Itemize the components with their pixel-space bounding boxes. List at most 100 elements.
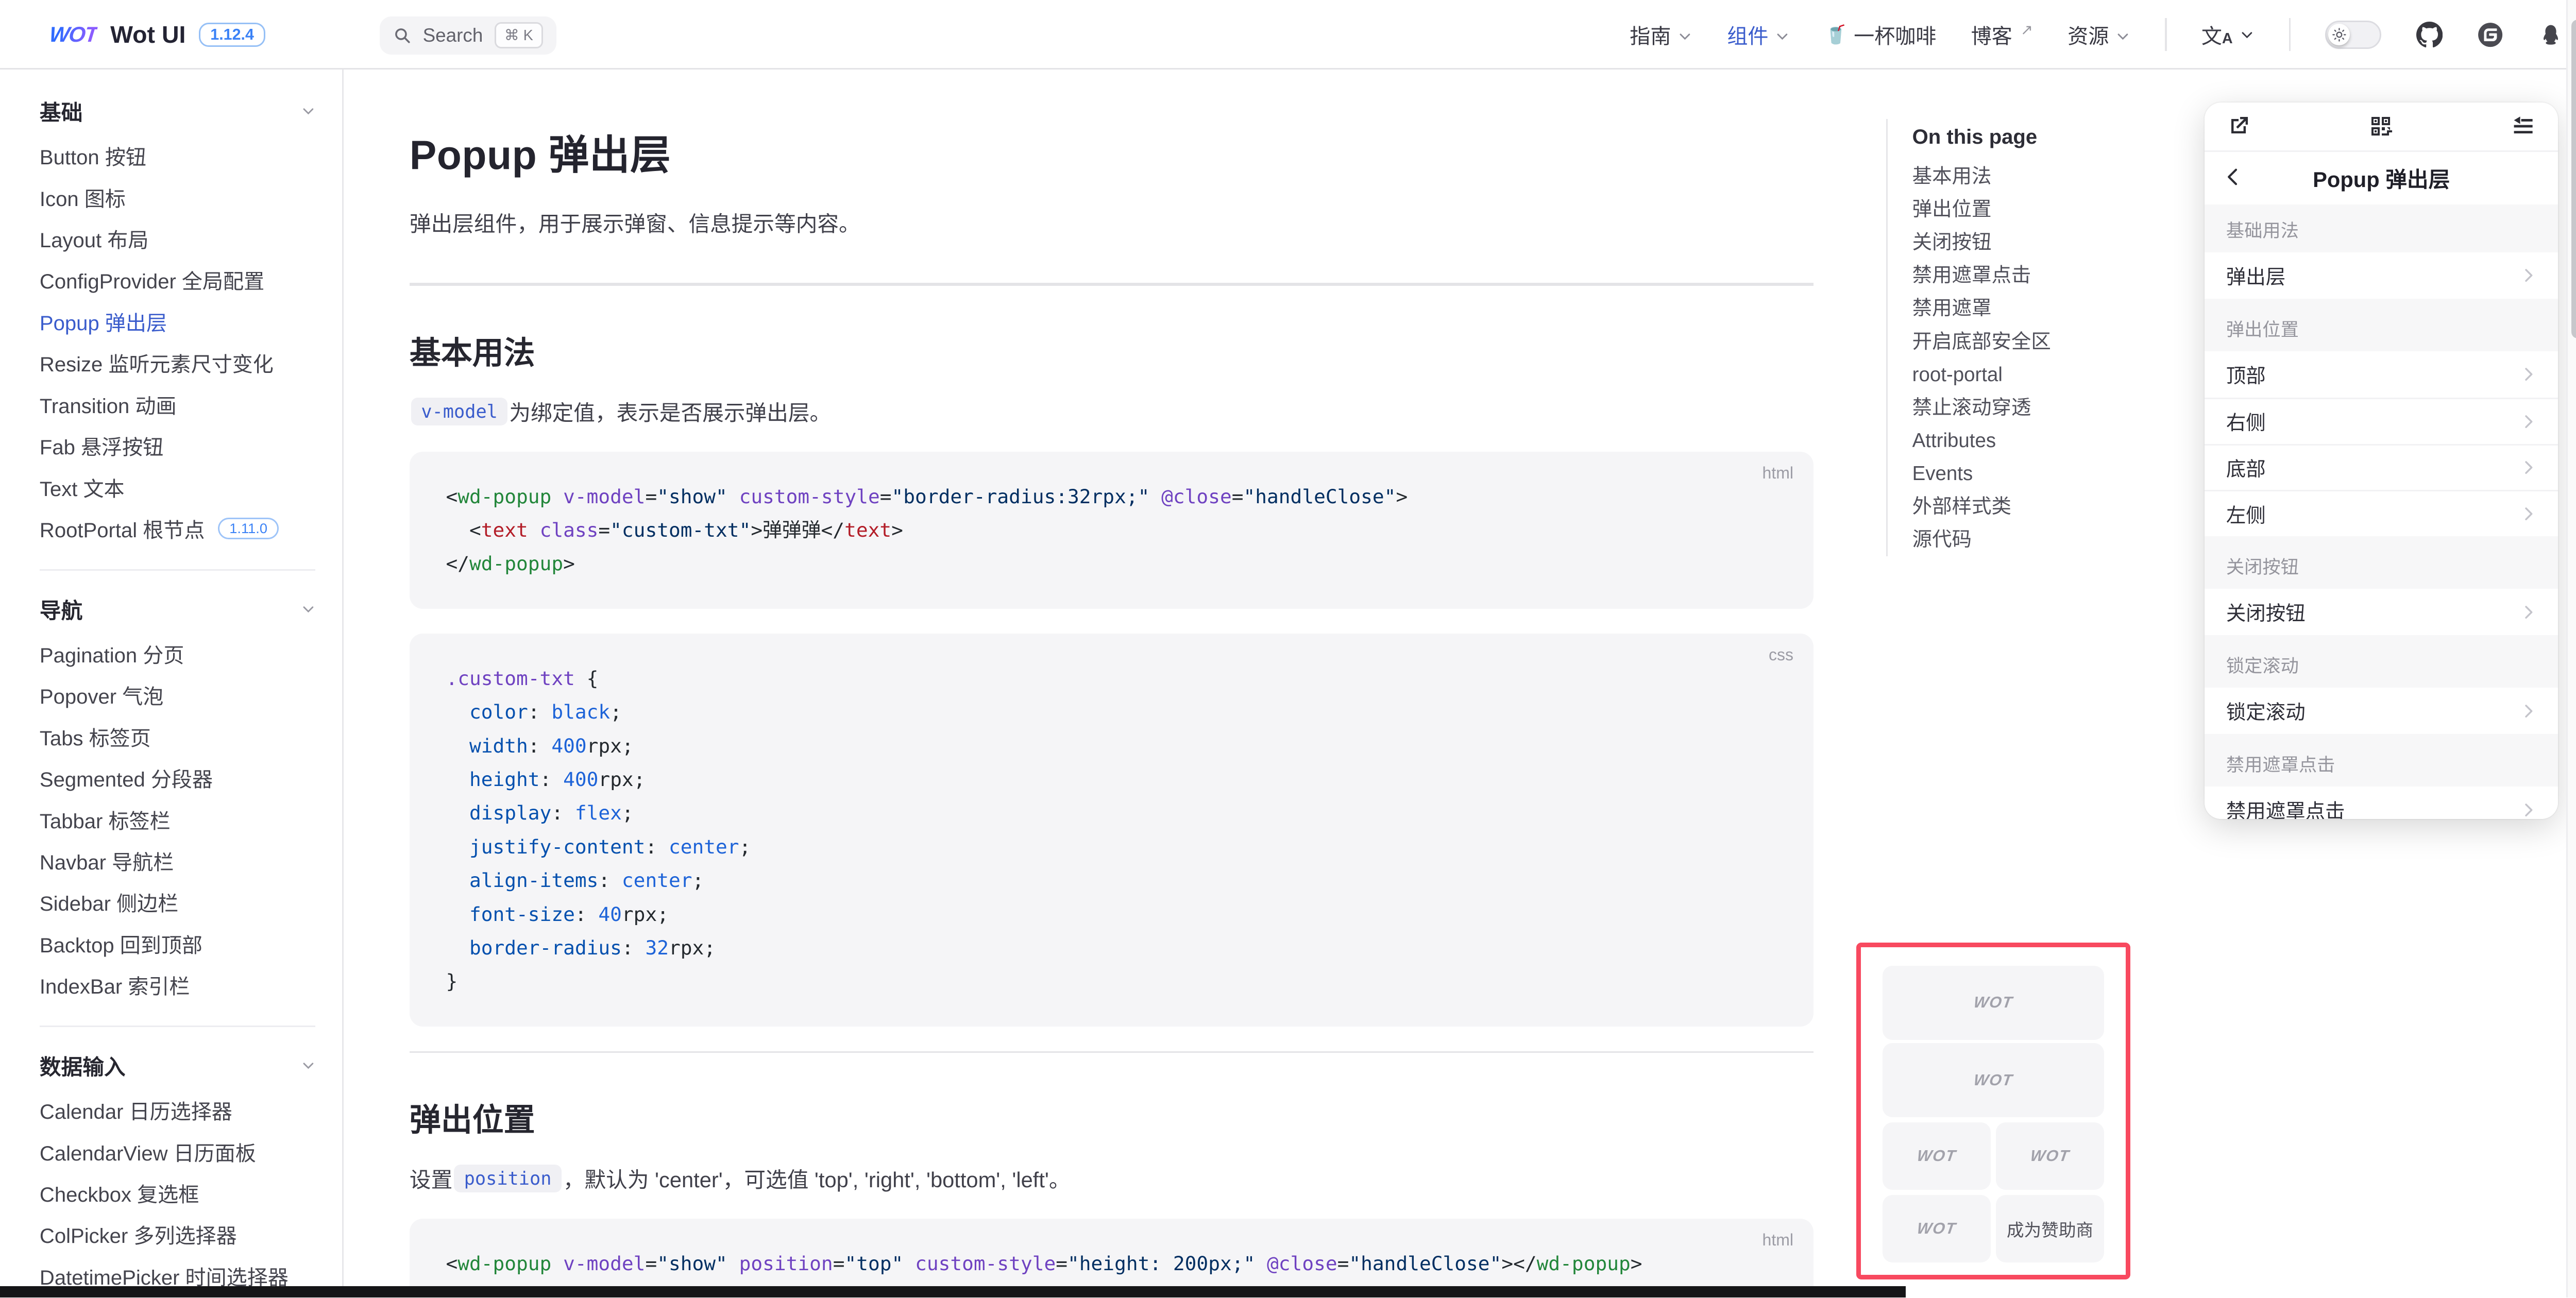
toc-link[interactable]: 弹出位置	[1912, 193, 2134, 226]
sidebar-item-label: Checkbox 复选框	[40, 1178, 199, 1208]
toc-link[interactable]: 开启底部安全区	[1912, 326, 2134, 358]
gitee-link[interactable]	[2477, 22, 2503, 48]
chevron-down-icon	[301, 602, 316, 617]
sidebar-item[interactable]: Pagination 分页	[40, 633, 316, 674]
search-button[interactable]: Search ⌘ K	[380, 16, 556, 55]
sponsor-card[interactable]: WOT	[1883, 1122, 1991, 1190]
sidebar-item[interactable]: Checkbox 复选框	[40, 1172, 316, 1214]
sidebar-item-label: Navbar 导航栏	[40, 846, 174, 876]
toc-link[interactable]: 禁用遮罩点击	[1912, 259, 2134, 292]
nav-item-组件[interactable]: 组件	[1727, 20, 1790, 49]
sidebar-item[interactable]: Transition 动画	[40, 384, 316, 425]
sidebar-item[interactable]: Fab 悬浮按钮	[40, 425, 316, 466]
sidebar-item[interactable]: Tabs 标签页	[40, 716, 316, 757]
qq-link[interactable]	[2538, 22, 2563, 48]
sponsor-card[interactable]: WOT	[1883, 1043, 2105, 1117]
sidebar-item[interactable]: RootPortal 根节点1.11.0	[40, 508, 316, 549]
sidebar-item[interactable]: CalendarView 日历面板	[40, 1131, 316, 1172]
sidebar-item[interactable]: Icon 图标	[40, 176, 316, 217]
toc-link[interactable]: 源代码	[1912, 523, 2134, 556]
nav-item-一杯咖啡[interactable]: 🥤一杯咖啡	[1824, 20, 1936, 49]
toc-link[interactable]: Events	[1912, 457, 2134, 490]
nav-item-博客[interactable]: 博客↗	[1971, 20, 2033, 49]
simulator-group: 弹出位置顶部右侧底部左侧	[2205, 299, 2558, 536]
code-content: <wd-popup v-model="show" custom-style="b…	[446, 480, 1777, 581]
github-link[interactable]	[2416, 22, 2443, 48]
sponsor-card[interactable]: WOT	[1883, 1195, 1991, 1262]
simulator-cell[interactable]: 弹出层	[2205, 252, 2558, 299]
simulator-cell[interactable]: 锁定滚动	[2205, 688, 2558, 734]
code-language-label: html	[1762, 1231, 1794, 1250]
sidebar-group-header[interactable]: 导航	[40, 590, 316, 633]
scrollbar-thumb[interactable]	[2571, 20, 2576, 338]
section-heading: 基本用法	[410, 284, 1814, 373]
chevron-right-icon	[2520, 413, 2536, 431]
simulator-cell[interactable]: 关闭按钮	[2205, 589, 2558, 635]
sidebar-item[interactable]: Text 文本	[40, 466, 316, 507]
version-badge[interactable]: 1.12.4	[199, 23, 265, 47]
sponsor-card[interactable]: WOT	[1996, 1122, 2105, 1190]
sponsor-card[interactable]: 成为赞助商	[1996, 1195, 2105, 1262]
toc-link[interactable]: Attributes	[1912, 424, 2134, 457]
toc-link[interactable]: root-portal	[1912, 358, 2134, 391]
sidebar-item[interactable]: ColPicker 多列选择器	[40, 1214, 316, 1255]
sidebar-item[interactable]: Calendar 日历选择器	[40, 1089, 316, 1131]
sidebar-item[interactable]: Tabbar 标签栏	[40, 798, 316, 840]
simulator-group: 基础用法弹出层	[2205, 204, 2558, 298]
toc-link[interactable]: 禁用遮罩	[1912, 292, 2134, 325]
sidebar-item-label: ColPicker 多列选择器	[40, 1219, 237, 1249]
sidebar-item-label: Backtop 回到顶部	[40, 929, 202, 959]
sidebar-item[interactable]: Backtop 回到顶部	[40, 923, 316, 964]
sidebar-item[interactable]: Layout 布局	[40, 218, 316, 259]
sidebar-item[interactable]: Popup 弹出层	[40, 301, 316, 342]
bottom-media-strip	[0, 1286, 1906, 1297]
toc-link[interactable]: 外部样式类	[1912, 490, 2134, 523]
sidebar-item-label: Segmented 分段器	[40, 763, 213, 793]
coffee-cup-icon: 🥤	[1824, 24, 1847, 45]
sponsor-card[interactable]: WOT	[1883, 966, 2105, 1040]
sidebar-item[interactable]: Button 按钮	[40, 135, 316, 176]
sidebar-group-header[interactable]: 基础	[40, 93, 316, 135]
sidebar-item[interactable]: IndexBar 索引栏	[40, 964, 316, 1005]
simulator-cell-label: 左侧	[2226, 500, 2266, 528]
nav-item-指南[interactable]: 指南	[1630, 20, 1692, 49]
sun-icon	[2332, 27, 2347, 42]
qrcode-button[interactable]	[2368, 114, 2393, 139]
sidebar-item[interactable]: Navbar 导航栏	[40, 840, 316, 881]
section-heading: 弹出位置	[410, 1051, 1814, 1140]
chevron-down-icon	[1677, 29, 1692, 44]
theme-toggle[interactable]	[2325, 21, 2381, 48]
simulator-cell[interactable]: 禁用遮罩点击	[2205, 787, 2558, 818]
simulator-cell[interactable]: 顶部	[2205, 351, 2558, 398]
scrollbar-track[interactable]	[2566, 0, 2576, 1297]
sidebar-item[interactable]: Popover 气泡	[40, 674, 316, 715]
nav-item-label: 资源	[2067, 20, 2109, 49]
nav-item-资源[interactable]: 资源	[2067, 20, 2130, 49]
sidebar-item[interactable]: Segmented 分段器	[40, 757, 316, 798]
divider	[2289, 18, 2291, 51]
sidebar-item[interactable]: Resize 监听元素尺寸变化	[40, 342, 316, 383]
open-external-button[interactable]	[2226, 114, 2251, 139]
chevron-right-icon	[2520, 801, 2536, 819]
site-logo[interactable]: WOT Wot UI 1.12.4	[49, 0, 265, 70]
toc-link[interactable]: 基本用法	[1912, 160, 2134, 193]
sidebar-item-label: Text 文本	[40, 472, 125, 502]
sidebar-item[interactable]: Sidebar 侧边栏	[40, 881, 316, 923]
language-switcher[interactable]: 文A	[2201, 20, 2255, 49]
sidebar-item[interactable]: ConfigProvider 全局配置	[40, 259, 316, 300]
toc-link[interactable]: 关闭按钮	[1912, 226, 2134, 259]
toc-link[interactable]: 禁止滚动穿透	[1912, 391, 2134, 424]
sidebar-group: 导航Pagination 分页 Popover 气泡 Tabs 标签页 Segment…	[40, 569, 316, 1006]
sidebar-group-header[interactable]: 数据输入	[40, 1047, 316, 1089]
simulator-cell[interactable]: 右侧	[2205, 398, 2558, 444]
collapse-menu-button[interactable]	[2510, 114, 2536, 139]
back-button[interactable]	[2223, 165, 2244, 189]
simulator-cell[interactable]: 左侧	[2205, 490, 2558, 536]
version-badge: 1.11.0	[218, 518, 279, 539]
chevron-down-icon	[2115, 29, 2130, 44]
sidebar-group: 基础Button 按钮Icon 图标Layout 布局ConfigProvide…	[40, 93, 316, 550]
sidebar-item-label: Popover 气泡	[40, 680, 163, 710]
chevron-right-icon	[2520, 365, 2536, 383]
simulator-cell[interactable]: 底部	[2205, 444, 2558, 490]
wot-logo-icon: WOT	[1916, 1220, 1957, 1238]
